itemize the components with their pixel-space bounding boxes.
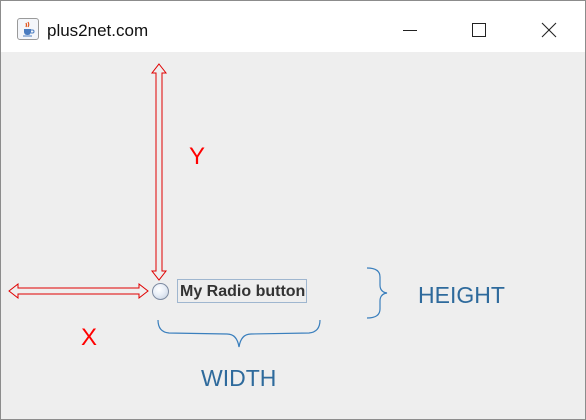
app-window: plus2net.com My Radio button Y X HEIGHT … <box>0 0 586 420</box>
y-double-arrow <box>150 63 168 281</box>
width-brace <box>157 319 321 348</box>
annotation-graphics <box>8 63 388 348</box>
width-label: WIDTH <box>201 365 277 391</box>
x-label: X <box>81 324 98 351</box>
x-double-arrow <box>8 282 149 300</box>
radio-circle-icon[interactable] <box>152 282 169 300</box>
y-label: Y <box>189 143 206 170</box>
height-brace <box>366 267 388 319</box>
height-label: HEIGHT <box>418 282 505 308</box>
radio-button[interactable]: My Radio button <box>152 279 308 303</box>
radio-label[interactable]: My Radio button <box>177 279 308 303</box>
